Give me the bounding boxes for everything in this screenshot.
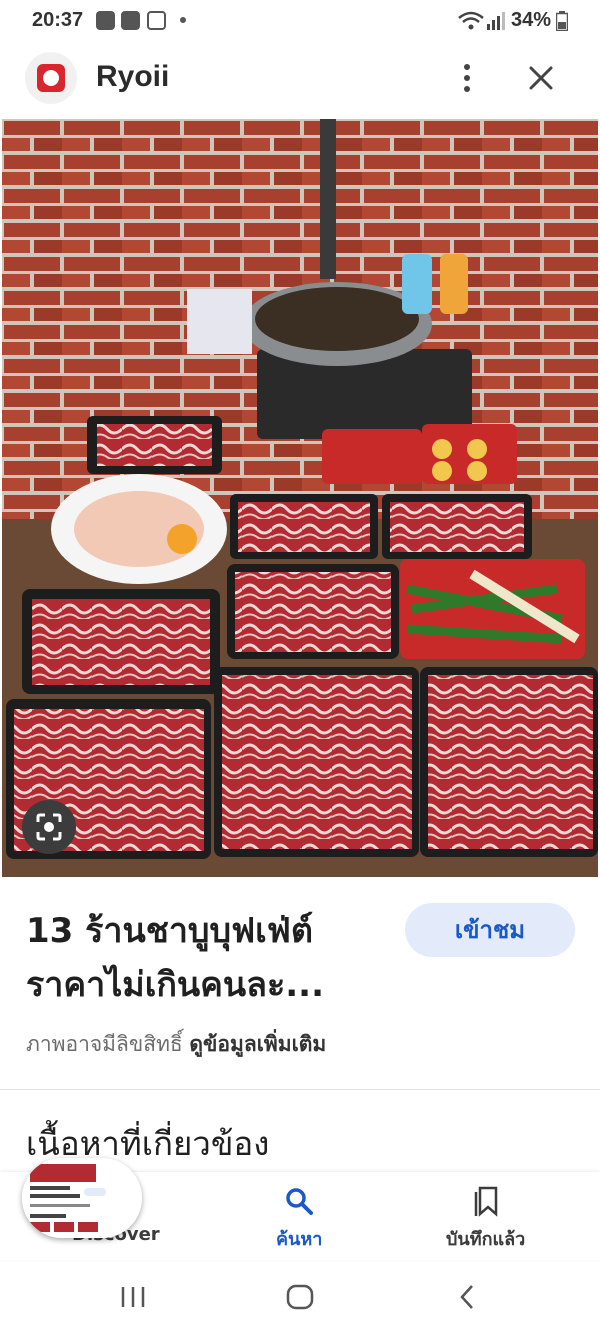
- signal-icon: [487, 12, 505, 30]
- saved-icon[interactable]: [473, 1186, 499, 1218]
- shabu-buffet-photo: [2, 119, 598, 877]
- visit-button[interactable]: เข้าชม: [405, 903, 575, 957]
- more-vert-icon[interactable]: [455, 62, 479, 94]
- result-title-line2: ราคาไม่เกินคนละ...: [26, 965, 324, 1005]
- wifi-icon: [458, 11, 484, 30]
- battery-icon: [556, 11, 568, 31]
- result-image[interactable]: [2, 119, 598, 877]
- battery-level: 34%: [511, 9, 552, 31]
- play-icon: [96, 11, 115, 30]
- nav-saved-label[interactable]: บันทึกแล้ว: [446, 1224, 525, 1253]
- site-name: Ryoii: [96, 60, 170, 93]
- section-divider: [0, 1089, 600, 1090]
- youtube-icon: [121, 11, 140, 30]
- nav-search-label[interactable]: ค้นหา: [276, 1224, 322, 1253]
- lens-icon: [36, 813, 62, 841]
- back-icon[interactable]: [458, 1284, 476, 1310]
- search-icon[interactable]: [284, 1186, 314, 1216]
- recent-apps-icon[interactable]: [120, 1286, 146, 1308]
- notification-dot: [180, 17, 186, 23]
- copyright-text: ภาพอาจมีลิขสิทธิ์: [26, 1032, 183, 1056]
- more-info-link[interactable]: ดูข้อมูลเพิ่มเติม: [189, 1032, 326, 1056]
- site-logo-center: [43, 70, 59, 86]
- copyright-notice: ภาพอาจมีลิขสิทธิ์ ดูข้อมูลเพิ่มเติม: [26, 1028, 326, 1061]
- result-title-line1: 13 ร้านชาบูบุฟเฟ่ต์: [26, 911, 313, 951]
- home-icon[interactable]: [286, 1284, 314, 1310]
- clock: 20:37: [32, 9, 84, 31]
- close-icon[interactable]: [528, 65, 554, 91]
- preview-thumbnail: [22, 1158, 142, 1238]
- result-title[interactable]: 13 ร้านชาบูบุฟเฟ่ต์ ราคาไม่เกินคนละ...: [26, 904, 386, 1012]
- status-bar: 20:37 34%: [0, 0, 600, 44]
- instagram-icon: [147, 11, 166, 30]
- floating-preview-bubble[interactable]: [22, 1158, 142, 1238]
- lens-button[interactable]: [22, 800, 76, 854]
